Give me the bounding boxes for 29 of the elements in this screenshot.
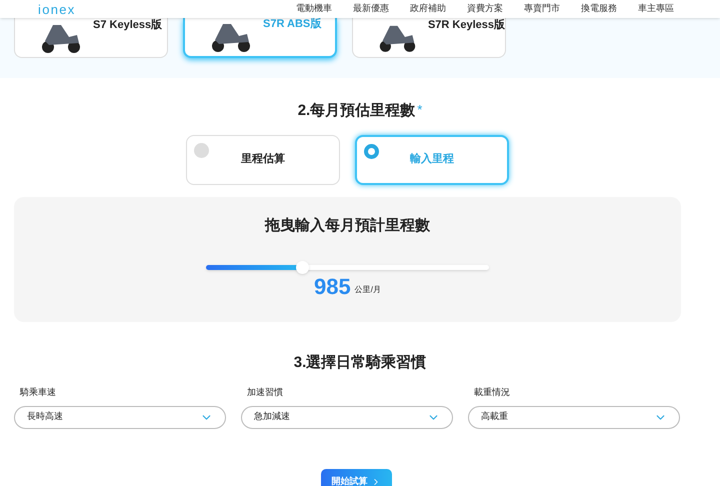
nav-link[interactable]: 電動機車 xyxy=(296,2,332,16)
nav-link[interactable]: 政府補助 xyxy=(410,2,446,16)
slider-handle[interactable] xyxy=(296,261,310,274)
nav-link[interactable]: 資費方案 xyxy=(467,2,503,16)
model-name: S7R ABS版 xyxy=(263,16,322,32)
select-label: 加速習慣 xyxy=(247,386,284,399)
dropdown-select[interactable]: 急加減速 xyxy=(241,406,453,428)
section-title: 2.每月預估里程數 xyxy=(298,101,416,121)
radio-option[interactable]: 里程估算 xyxy=(186,134,340,184)
model-name: S7R Keyless版 xyxy=(428,18,505,32)
nav-link[interactable]: 最新優惠 xyxy=(353,2,389,16)
model-name: S7 Keyless版 xyxy=(93,18,162,32)
model-card[interactable]: S7R Keyless版 xyxy=(352,18,506,58)
dropdown-select[interactable]: 高載重 xyxy=(468,406,680,428)
select-label: 載重情況 xyxy=(474,386,511,399)
nav-link[interactable]: 專賣門市 xyxy=(524,2,560,16)
panel-title: 拖曳輸入每月預計里程數 xyxy=(265,216,430,236)
required-mark: * xyxy=(417,101,422,119)
nav-link[interactable]: 車主專區 xyxy=(638,2,674,16)
mileage-unit: 公里/月 xyxy=(354,284,381,296)
section-title: 3.選擇日常騎乘習慣 xyxy=(294,352,426,372)
option-label: 里程估算 xyxy=(241,152,285,168)
nav-link[interactable]: 換電服務 xyxy=(581,2,617,16)
dropdown-select[interactable]: 長時高速 xyxy=(14,406,226,428)
submit-button[interactable]: 開始試算 xyxy=(320,468,392,486)
option-label: 輸入里程 xyxy=(410,152,454,168)
model-card[interactable]: S7 Keyless版 xyxy=(14,18,168,58)
mileage-value: 985 xyxy=(314,276,351,298)
select-label: 騎乘車速 xyxy=(20,386,57,399)
